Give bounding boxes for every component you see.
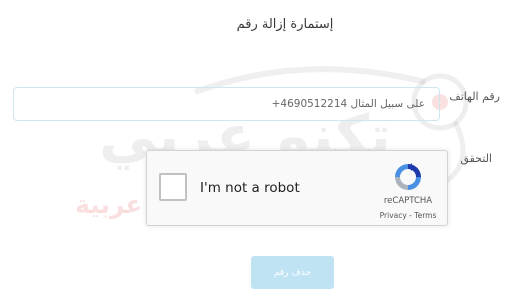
recaptcha-checkbox-label: I'm not a robot: [200, 180, 300, 196]
phone-removal-page: تكنو عربي تكنولوجيا عالمية بنكهة عربية إ…: [0, 0, 530, 299]
recaptcha-logo-icon: [395, 163, 421, 190]
phone-input[interactable]: [13, 87, 440, 121]
recaptcha-privacy-terms-link[interactable]: Privacy - Terms: [373, 211, 443, 220]
phone-label: رقم الهاتف: [449, 90, 500, 103]
recaptcha-widget: I'm not a robot reCAPTCHA Privacy - Term…: [146, 150, 448, 226]
delete-number-button[interactable]: حذف رقم: [251, 256, 334, 289]
recaptcha-brand: reCAPTCHA: [383, 196, 433, 206]
recaptcha-checkbox[interactable]: [159, 173, 187, 201]
form-title: إستمارة إزالة رقم: [236, 17, 334, 32]
